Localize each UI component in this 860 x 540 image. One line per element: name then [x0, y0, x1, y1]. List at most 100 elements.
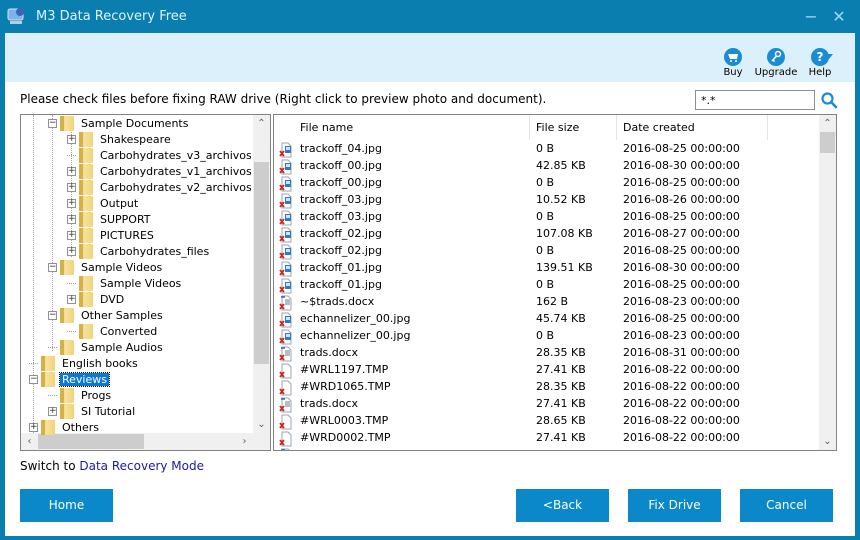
- collapse-icon[interactable]: −: [29, 374, 38, 384]
- buy-button[interactable]: Buy: [721, 48, 745, 78]
- home-button[interactable]: Home: [20, 489, 113, 522]
- expand-icon[interactable]: +: [48, 406, 57, 416]
- file-row[interactable]: ~$trads.docx 162 B 2016-08-23 00:00:00: [274, 294, 819, 311]
- file-row[interactable]: trackoff_01.jpg 139.51 KB 2016-08-30 00:00…: [274, 260, 819, 277]
- deleted-image-file-icon[interactable]: [279, 176, 293, 192]
- deleted-file-icon[interactable]: [279, 414, 293, 430]
- data-recovery-mode-link[interactable]: Data Recovery Mode: [79, 459, 204, 473]
- deleted-document-file-icon[interactable]: [279, 346, 293, 362]
- tree-item[interactable]: + SUPPORT: [67, 211, 153, 227]
- deleted-document-file-icon[interactable]: [279, 448, 293, 450]
- file-row[interactable]: #WRD1065.TMP 28.35 KB 2016-08-22 00:00:00: [274, 379, 819, 396]
- deleted-image-file-icon[interactable]: [279, 312, 293, 328]
- file-row[interactable]: trackoff_00.jpg 42.85 KB 2016-08-30 00:00:…: [274, 158, 819, 175]
- expand-icon[interactable]: +: [67, 294, 76, 304]
- deleted-image-file-icon[interactable]: [279, 227, 293, 243]
- tree-item[interactable]: + DVD: [67, 291, 126, 307]
- column-header-file-size[interactable]: File size: [530, 115, 617, 140]
- file-row[interactable]: trackoff_03.jpg 0 B 2016-08-25 00:00:00: [274, 209, 819, 226]
- file-row[interactable]: #WRL0003.TMP 28.65 KB 2016-08-22 00:00:00: [274, 413, 819, 430]
- tree-item[interactable]: Converted: [67, 323, 159, 339]
- tree-item[interactable]: + PICTURES: [67, 227, 156, 243]
- file-row[interactable]: trackoff_02.jpg 0 B 2016-08-25 00:00:00: [274, 243, 819, 260]
- file-row[interactable]: trads.docx 27.41 KB 2016-08-22 00:00:00: [274, 396, 819, 413]
- deleted-file-icon[interactable]: [279, 380, 293, 396]
- deleted-image-file-icon[interactable]: [279, 244, 293, 260]
- expand-icon[interactable]: +: [67, 198, 76, 208]
- file-row[interactable]: trackoff_01.jpg 0 B 2016-08-25 00:00:00: [274, 277, 819, 294]
- tree-item[interactable]: + Carbohydrates_files: [67, 243, 211, 259]
- tree-item[interactable]: Carbohydrates_v3_archivos: [67, 147, 254, 163]
- file-row[interactable]: echannelizer_00.jpg 45.74 KB 2016-08-25 00…: [274, 311, 819, 328]
- tree-horizontal-scrollbar[interactable]: ‹ ›: [21, 433, 253, 450]
- tree-vertical-scrollbar[interactable]: ⌃ ⌄: [253, 115, 270, 433]
- deleted-image-file-icon[interactable]: [279, 193, 293, 209]
- search-input[interactable]: [695, 90, 815, 110]
- file-row-partial[interactable]: [274, 447, 819, 450]
- deleted-image-file-icon[interactable]: [279, 210, 293, 226]
- expand-icon[interactable]: +: [67, 182, 76, 192]
- deleted-document-file-icon[interactable]: [279, 295, 293, 311]
- deleted-image-file-icon[interactable]: [279, 278, 293, 294]
- back-button[interactable]: <Back: [516, 489, 609, 522]
- tree-item[interactable]: + Shakespeare: [67, 131, 173, 147]
- tree-item[interactable]: Sample Videos: [67, 275, 183, 291]
- file-row[interactable]: trackoff_04.jpg 0 B 2016-08-25 00:00:00: [274, 141, 819, 158]
- deleted-image-file-icon[interactable]: [279, 159, 293, 175]
- deleted-file-icon[interactable]: [279, 431, 293, 447]
- expand-icon[interactable]: +: [29, 422, 38, 432]
- scroll-up-arrow[interactable]: ⌃: [253, 115, 270, 132]
- tree-item[interactable]: Progs: [48, 387, 113, 403]
- deleted-document-file-icon[interactable]: [279, 397, 293, 413]
- help-button[interactable]: ? Help: [805, 48, 835, 78]
- title-bar[interactable]: M3 Data Recovery Free − ✕: [0, 0, 860, 33]
- file-row[interactable]: trackoff_03.jpg 10.52 KB 2016-08-26 00:00:…: [274, 192, 819, 209]
- upgrade-button[interactable]: Upgrade: [754, 48, 798, 78]
- file-list[interactable]: File name File size Date created ⌃ ⌄ tra…: [273, 114, 837, 451]
- tree-item[interactable]: − Sample Videos: [48, 259, 164, 275]
- file-list-vertical-scrollbar[interactable]: ⌃ ⌄: [819, 115, 836, 450]
- expand-icon[interactable]: +: [67, 246, 76, 256]
- file-row[interactable]: trackoff_00.jpg 0 B 2016-08-25 00:00:00: [274, 175, 819, 192]
- tree-item[interactable]: Sample Audios: [48, 339, 165, 355]
- deleted-image-file-icon[interactable]: [279, 261, 293, 277]
- scroll-down-arrow[interactable]: ⌄: [253, 416, 270, 433]
- tree-item[interactable]: − Reviews: [29, 371, 110, 387]
- collapse-icon[interactable]: −: [48, 262, 57, 272]
- file-row[interactable]: trackoff_02.jpg 107.08 KB 2016-08-27 00:00…: [274, 226, 819, 243]
- deleted-image-file-icon[interactable]: [279, 142, 293, 158]
- scroll-up-arrow[interactable]: ⌃: [819, 115, 836, 132]
- search-icon[interactable]: [820, 91, 838, 109]
- tree-item[interactable]: − Other Samples: [48, 307, 165, 323]
- expand-icon[interactable]: +: [67, 166, 76, 176]
- file-row[interactable]: #WRL1197.TMP 27.41 KB 2016-08-22 00:00:00: [274, 362, 819, 379]
- folder-tree[interactable]: ⌃ ⌄ ‹ › − Sample Documents + Shakespeare Car…: [20, 114, 271, 451]
- tree-item[interactable]: English books: [29, 355, 140, 371]
- deleted-file-icon[interactable]: [279, 363, 293, 379]
- scroll-down-arrow[interactable]: ⌄: [819, 433, 836, 450]
- tree-item[interactable]: + SI Tutorial: [48, 403, 137, 419]
- expand-icon[interactable]: +: [67, 214, 76, 224]
- column-header-date-created[interactable]: Date created: [617, 115, 768, 140]
- close-button[interactable]: ✕: [826, 6, 852, 28]
- cancel-button[interactable]: Cancel: [740, 489, 833, 522]
- file-row[interactable]: #WRD0002.TMP 27.41 KB 2016-08-22 00:00:00: [274, 430, 819, 447]
- tree-item[interactable]: + Carbohydrates_v2_archivos: [67, 179, 254, 195]
- minimize-button[interactable]: −: [798, 6, 824, 28]
- tree-vscroll-thumb[interactable]: [254, 162, 269, 364]
- tree-item[interactable]: + Others: [29, 419, 101, 435]
- file-row[interactable]: trads.docx 28.35 KB 2016-08-31 00:00:00: [274, 345, 819, 362]
- fix-drive-button[interactable]: Fix Drive: [628, 489, 721, 522]
- tree-item[interactable]: − Sample Documents: [48, 115, 190, 131]
- scroll-right-arrow[interactable]: ›: [236, 433, 253, 450]
- collapse-icon[interactable]: −: [48, 118, 57, 128]
- expand-icon[interactable]: +: [67, 134, 76, 144]
- tree-item[interactable]: + Carbohydrates_v1_archivos: [67, 163, 254, 179]
- column-header-file-name[interactable]: File name: [294, 115, 530, 140]
- tree-item[interactable]: + Output: [67, 195, 140, 211]
- deleted-image-file-icon[interactable]: [279, 329, 293, 345]
- expand-icon[interactable]: +: [67, 230, 76, 240]
- collapse-icon[interactable]: −: [48, 310, 57, 320]
- file-row[interactable]: echannelizer_00.jpg 0 B 2016-08-23 00:00:0…: [274, 328, 819, 345]
- scroll-left-arrow[interactable]: ‹: [21, 433, 38, 450]
